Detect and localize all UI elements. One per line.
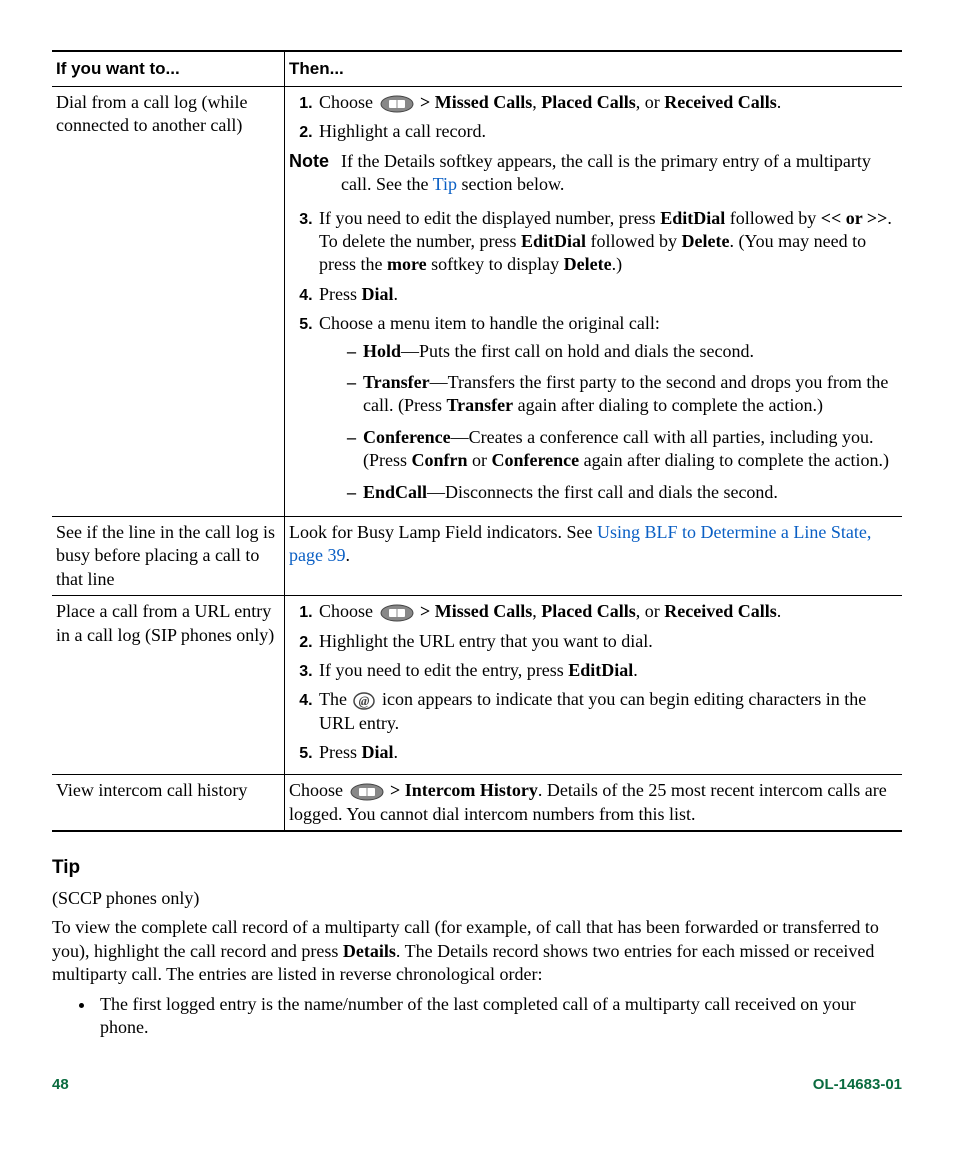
directories-icon [380, 95, 414, 113]
tip-heading: Tip [52, 856, 902, 881]
option-conference: Conference—Creates a conference call wit… [347, 426, 894, 473]
step: Choose a menu item to handle the origina… [317, 312, 894, 504]
table-row: View intercom call history Choose > Inte… [52, 775, 902, 831]
row-content: Look for Busy Lamp Field indicators. See… [285, 516, 903, 595]
table-row: See if the line in the call log is busy … [52, 516, 902, 595]
tip-sccp: (SCCP phones only) [52, 887, 902, 910]
option-transfer: Transfer—Transfers the first party to th… [347, 371, 894, 418]
option-hold: Hold—Puts the first call on hold and dia… [347, 340, 894, 363]
row-content: Choose > Missed Calls, Placed Calls, or … [285, 87, 903, 517]
step: If you need to edit the displayed number… [317, 207, 894, 277]
step: The @ icon appears to indicate that you … [317, 688, 894, 735]
tip-link[interactable]: Tip [433, 174, 457, 194]
row-topic: Dial from a call log (while connected to… [52, 87, 285, 517]
header-then: Then... [285, 51, 903, 87]
tip-paragraph: To view the complete call record of a mu… [52, 916, 902, 986]
header-if-you-want-to: If you want to... [52, 51, 285, 87]
table-row: Dial from a call log (while connected to… [52, 87, 902, 517]
note-label: Note [289, 150, 341, 197]
step: Highlight a call record. [317, 120, 894, 143]
row-topic: See if the line in the call log is busy … [52, 516, 285, 595]
row-content: Choose > Missed Calls, Placed Calls, or … [285, 596, 903, 775]
step: Choose > Missed Calls, Placed Calls, or … [317, 600, 894, 623]
step: Highlight the URL entry that you want to… [317, 630, 894, 653]
table-row: Place a call from a URL entry in a call … [52, 596, 902, 775]
list-item: The first logged entry is the name/numbe… [96, 993, 902, 1040]
instruction-table: If you want to... Then... Dial from a ca… [52, 50, 902, 832]
note-body: If the Details softkey appears, the call… [341, 150, 894, 197]
step: If you need to edit the entry, press Edi… [317, 659, 894, 682]
row-topic: View intercom call history [52, 775, 285, 831]
option-endcall: EndCall—Disconnects the first call and d… [347, 481, 894, 504]
page-number: 48 [52, 1075, 69, 1095]
row-content: Choose > Intercom History. Details of th… [285, 775, 903, 831]
directories-icon [350, 783, 384, 801]
doc-id: OL-14683-01 [813, 1075, 902, 1095]
directories-icon [380, 604, 414, 622]
tip-bullets: The first logged entry is the name/numbe… [52, 993, 902, 1040]
svg-text:@: @ [359, 693, 370, 708]
page-footer: 48 OL-14683-01 [52, 1075, 902, 1095]
row-topic: Place a call from a URL entry in a call … [52, 596, 285, 775]
step: Press Dial. [317, 283, 894, 306]
at-icon: @ [353, 692, 375, 710]
step: Press Dial. [317, 741, 894, 764]
note: Note If the Details softkey appears, the… [289, 150, 894, 197]
step: Choose > Missed Calls, Placed Calls, or … [317, 91, 894, 114]
